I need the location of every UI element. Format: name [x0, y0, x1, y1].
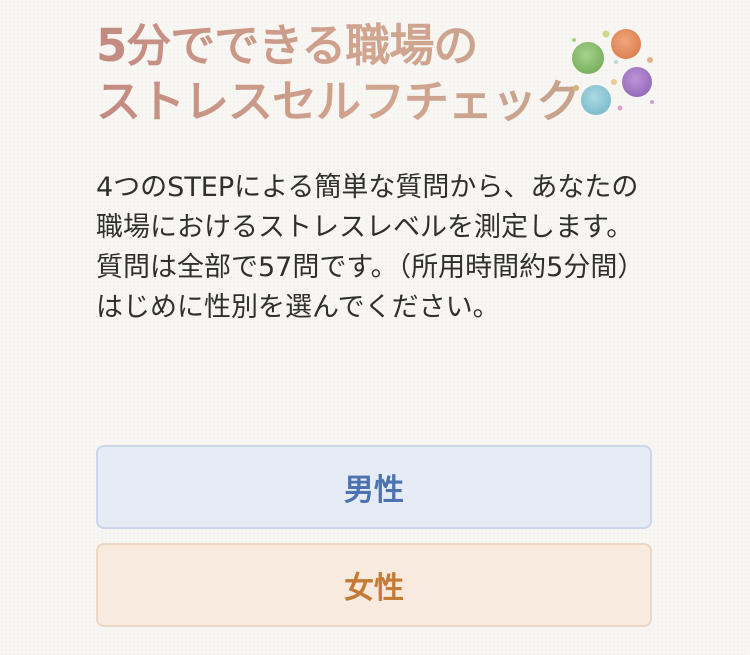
title-line-2: ストレスセルフチェック — [96, 76, 596, 128]
intro-paragraph-1: 4つのSTEPによる簡単な質問から、あなたの職場におけるストレスレベルを測定しま… — [96, 172, 639, 243]
stress-check-intro: 5分でできる職場の ストレスセルフチェック 4つのSTEPによる簡単な質問から、… — [96, 0, 656, 655]
intro-description: 4つのSTEPによる簡単な質問から、あなたの職場におけるストレスレベルを測定しま… — [96, 168, 656, 328]
intro-paragraph-2: 質問は全部で57問です。（所用時間約5分間） — [96, 252, 645, 283]
intro-paragraph-3: はじめに性別を選んでください。 — [96, 292, 500, 323]
female-button[interactable]: 女性 — [96, 543, 652, 627]
female-button-label: 女性 — [344, 571, 404, 606]
watercolor-dots-icon — [568, 24, 658, 120]
title-line-1: 5分でできる職場の — [96, 20, 596, 72]
male-button[interactable]: 男性 — [96, 445, 652, 529]
page-title: 5分でできる職場の ストレスセルフチェック — [96, 20, 596, 128]
male-button-label: 男性 — [344, 473, 404, 508]
